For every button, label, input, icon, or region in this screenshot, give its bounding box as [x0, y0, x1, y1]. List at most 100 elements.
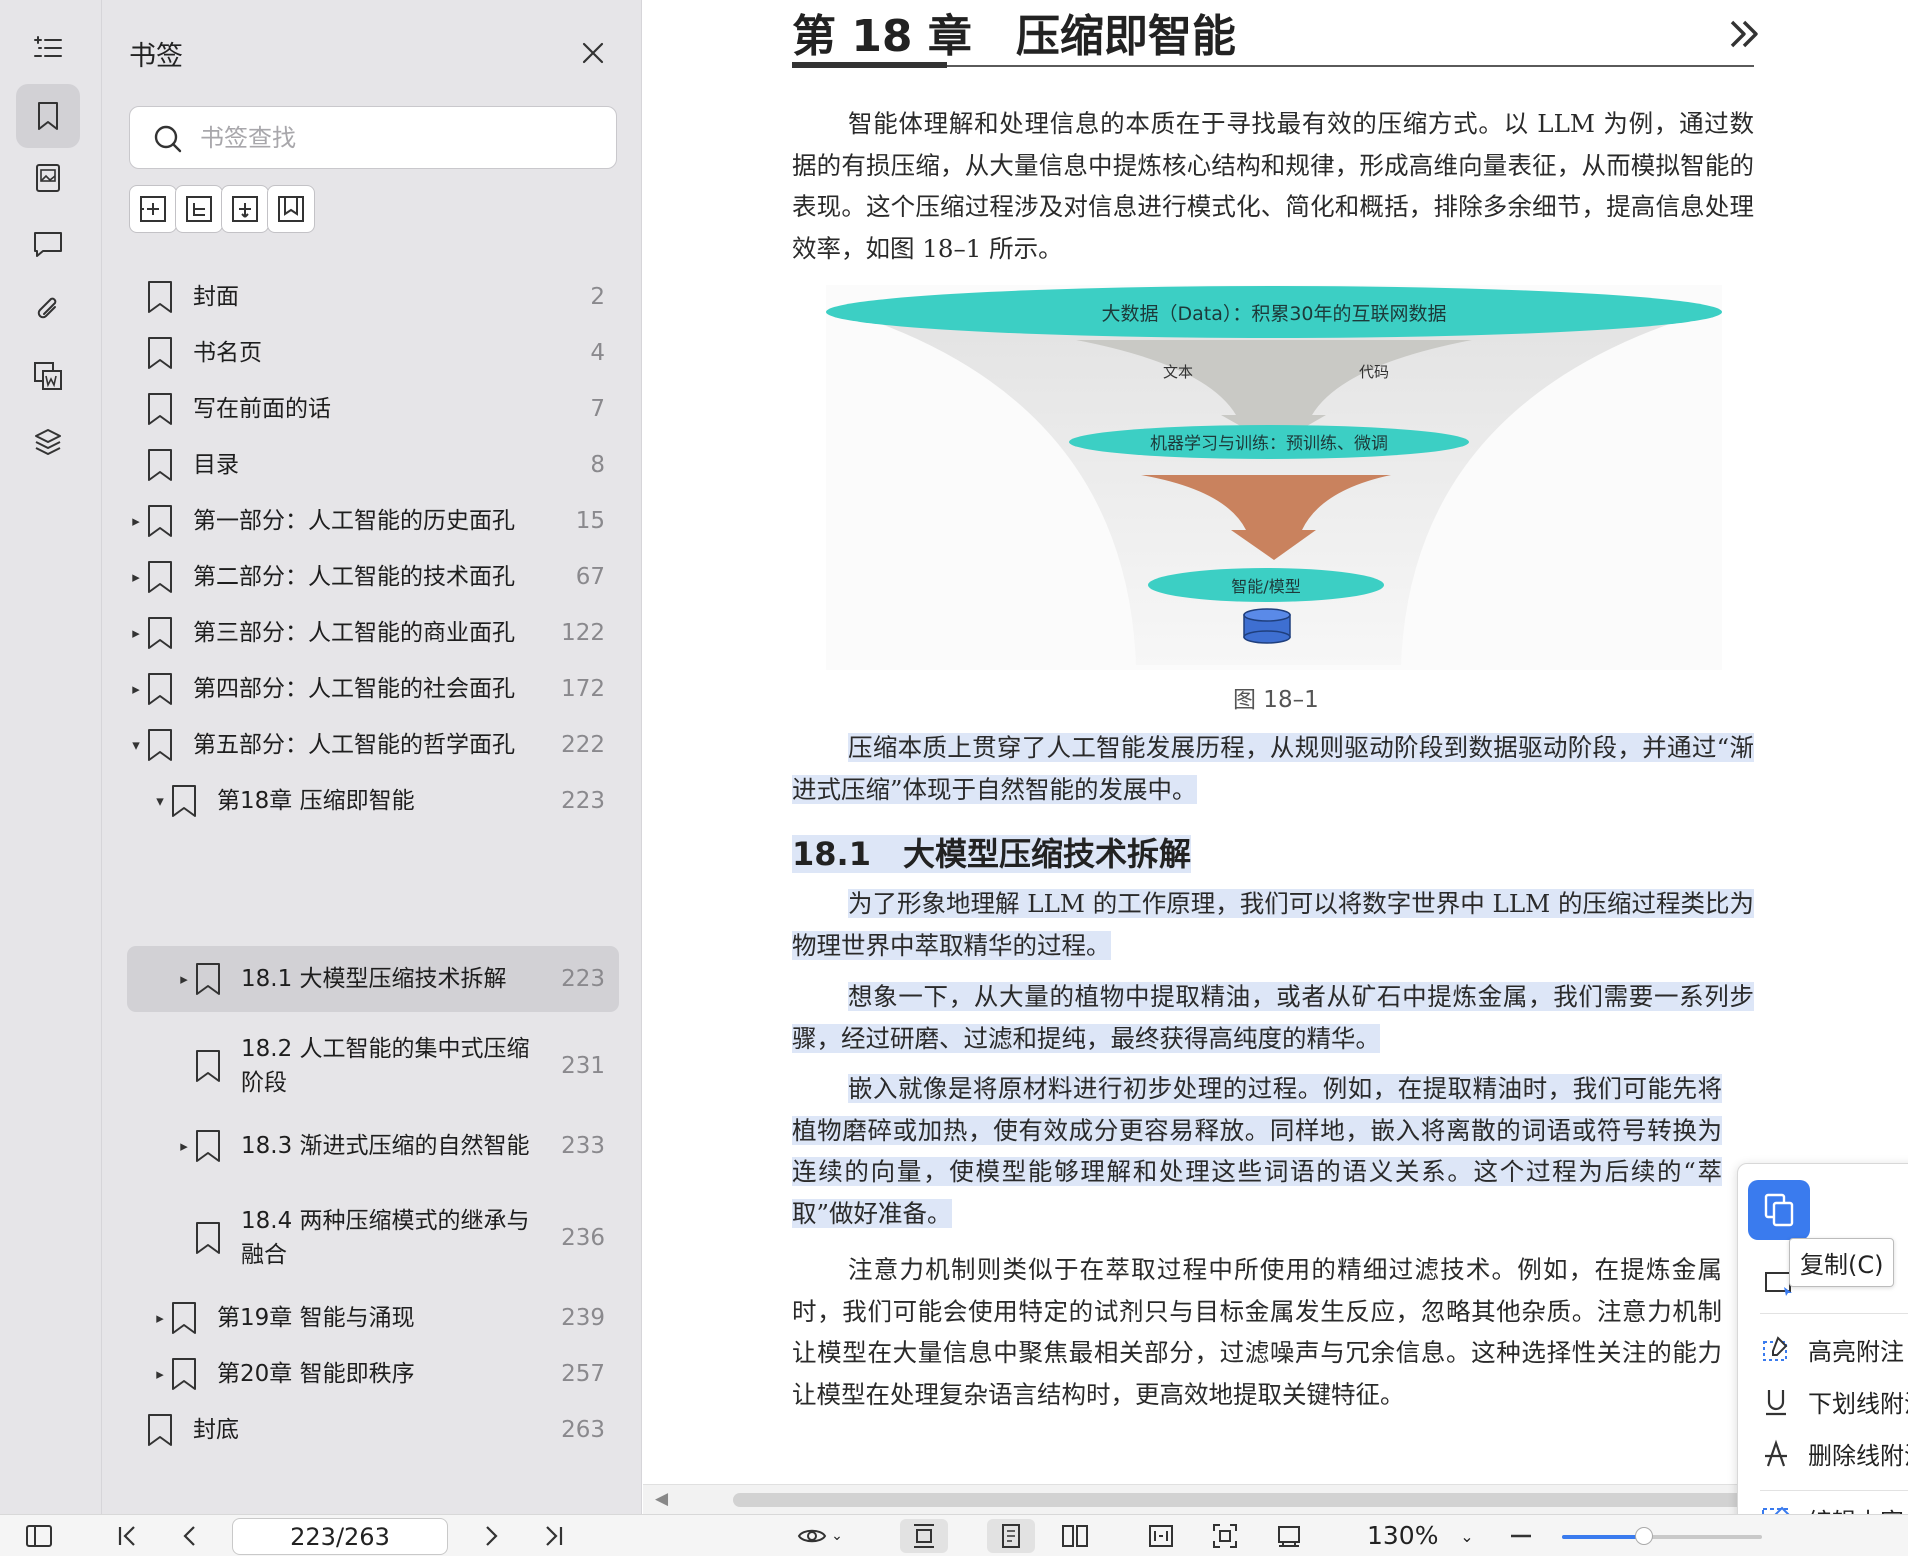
view-mode-dropdown[interactable]: ⌄	[790, 1519, 850, 1553]
bookmark-item[interactable]: ▸ 第19章 智能与涌现 239	[127, 1293, 619, 1343]
bookmark-page: 15	[575, 508, 605, 534]
previous-page-button[interactable]	[173, 1519, 207, 1553]
bookmark-item[interactable]: 目录 8	[127, 440, 619, 490]
bookmark-item[interactable]: 写在前面的话 7	[127, 384, 619, 434]
expand-caret-icon[interactable]: ▸	[175, 1137, 193, 1155]
add-sub-bookmark-button[interactable]	[175, 185, 223, 233]
expand-caret-icon[interactable]: ▸	[127, 568, 145, 586]
bookmark-item[interactable]: ▾ 第18章 压缩即智能 223	[127, 776, 619, 826]
bookmark-item[interactable]: ▸ 18.3 渐进式压缩的自然智能 233	[127, 1121, 619, 1171]
expand-caret-icon[interactable]: ▸	[127, 680, 145, 698]
first-page-button[interactable]	[110, 1519, 144, 1553]
panel-title: 书签	[129, 41, 183, 72]
bookmark-panel: 书签 封面 2 书名页 4 写在前面的话 7 目录 8 ▸ 第一部分：人工智能的历史面孔 15 ▸ 第二…	[102, 0, 642, 1514]
outline-button[interactable]	[16, 16, 80, 80]
continuous-scroll-button[interactable]	[900, 1519, 948, 1553]
two-page-icon	[1062, 1525, 1088, 1547]
bookmark-item[interactable]: ▸ 第二部分：人工智能的技术面孔 67	[127, 552, 619, 602]
bookmark-item[interactable]: 封面 2	[127, 272, 619, 322]
strikethrough-annotation-item[interactable]: 删除线附注	[1760, 1436, 1908, 1471]
bookmark-label: 第四部分：人工智能的社会面孔	[193, 676, 515, 702]
expand-caret-icon[interactable]: ▸	[127, 624, 145, 642]
copy-button[interactable]	[1748, 1180, 1810, 1240]
bookmark-label: 18.1 大模型压缩技术拆解	[241, 966, 507, 992]
expand-caret-icon[interactable]: ▸	[127, 512, 145, 530]
copy-icon	[1764, 1193, 1794, 1227]
bookmark-icon	[196, 1130, 220, 1162]
continuous-scroll-icon	[914, 1524, 934, 1548]
single-page-button[interactable]	[987, 1519, 1035, 1553]
zoom-dropdown-chevron[interactable]: ⌄	[1455, 1519, 1479, 1553]
paragraph: 想象一下，从大量的植物中提取精油，或者从矿石中提炼金属，我们需要一系列步骤，经过…	[792, 982, 1754, 1053]
bookmark-item[interactable]: ▸ 第三部分：人工智能的商业面孔 122	[127, 608, 619, 658]
next-page-button[interactable]	[474, 1519, 508, 1553]
eye-icon	[797, 1529, 827, 1543]
two-page-button[interactable]	[1058, 1519, 1092, 1553]
bookmark-item[interactable]: ▸ 第一部分：人工智能的历史面孔 15	[127, 496, 619, 546]
zoom-out-button[interactable]	[1506, 1519, 1536, 1553]
expand-caret-icon[interactable]: ▾	[151, 792, 169, 810]
fit-page-button[interactable]	[1208, 1519, 1242, 1553]
page-number-input[interactable]	[232, 1518, 448, 1555]
bookmark-item[interactable]: 18.4 两种压缩模式的继承与融合 236	[127, 1194, 619, 1282]
bookmark-style-button[interactable]	[267, 185, 315, 233]
bookmark-item[interactable]: ▾ 第五部分：人工智能的哲学面孔 222	[127, 720, 619, 770]
bookmark-page: 257	[561, 1361, 605, 1387]
paragraph: 为了形象地理解 LLM 的工作原理，我们可以将数字世界中 LLM 的压缩过程类比…	[792, 889, 1754, 960]
bookmark-item[interactable]: ▸ 第20章 智能即秩序 257	[127, 1349, 619, 1399]
bookmark-icon	[148, 393, 172, 425]
bookmark-page: 239	[561, 1305, 605, 1331]
bookmark-page: 223	[561, 966, 605, 992]
bookmark-panel-button[interactable]	[16, 84, 80, 148]
bookmark-label: 第一部分：人工智能的历史面孔	[193, 508, 515, 534]
zoom-slider-fill	[1562, 1535, 1644, 1539]
comment-button[interactable]	[16, 212, 80, 276]
bookmark-page: 233	[561, 1133, 605, 1159]
collapse-panel-icon[interactable]	[1726, 16, 1766, 52]
rotate-page-button[interactable]	[1272, 1519, 1306, 1553]
expand-caret-icon[interactable]: ▸	[175, 970, 193, 988]
insert-bookmark-button[interactable]	[221, 185, 269, 233]
underline-annotation-item[interactable]: 下划线附注	[1760, 1384, 1908, 1419]
bookmark-item[interactable]: 封底 263	[127, 1405, 619, 1455]
bookmark-item[interactable]: 书名页 4	[127, 328, 619, 378]
zoom-slider[interactable]	[1562, 1527, 1762, 1545]
add-bookmark-button[interactable]	[129, 185, 177, 233]
toggle-sidebar-button[interactable]	[22, 1519, 56, 1553]
scrollbar-thumb[interactable]	[733, 1493, 1833, 1507]
zoom-slider-knob[interactable]	[1635, 1527, 1653, 1545]
expand-caret-icon[interactable]: ▸	[151, 1309, 169, 1327]
paragraph: 压缩本质上贯穿了人工智能发展历程，从规则驱动阶段到数据驱动阶段，并通过“渐进式压…	[792, 733, 1754, 804]
bookmark-icon	[148, 337, 172, 369]
bookmark-icon	[148, 729, 172, 761]
word-convert-button[interactable]	[16, 344, 80, 408]
layers-button[interactable]	[16, 410, 80, 474]
copy-tooltip: 复制(C)	[1789, 1238, 1895, 1287]
bookmark-item[interactable]: ▸ 第四部分：人工智能的社会面孔 172	[127, 664, 619, 714]
figure-caption: 图 18–1	[1233, 687, 1319, 713]
paragraph: 智能体理解和处理信息的本质在于寻找最有效的压缩方式。以 LLM 为例，通过数据的…	[792, 109, 1754, 263]
bookmark-label: 封底	[193, 1417, 239, 1443]
bookmark-item[interactable]: ▸ 18.1 大模型压缩技术拆解 223	[127, 946, 619, 1012]
expand-caret-icon[interactable]: ▾	[127, 736, 145, 754]
attachment-button[interactable]	[16, 278, 80, 342]
highlight-annotation-item[interactable]: 高亮附注	[1760, 1332, 1904, 1367]
horizontal-scrollbar[interactable]: ◀	[643, 1484, 1908, 1514]
funnel-diagram: 大数据（Data）：积累30年的互联网数据 文本 代码 机器学习与训练：预训练、…	[826, 285, 1722, 670]
bookmark-page: 4	[590, 340, 605, 366]
thumbnail-button[interactable]	[16, 146, 80, 210]
zoom-level[interactable]: 130%	[1367, 1521, 1438, 1550]
fit-width-button[interactable]	[1144, 1519, 1178, 1553]
chapter-rule-accent	[792, 62, 947, 68]
scroll-left-arrow-icon[interactable]: ◀	[655, 1489, 668, 1509]
bookmark-label: 第18章 压缩即智能	[217, 788, 415, 814]
expand-caret-icon[interactable]: ▸	[151, 1365, 169, 1383]
chevron-right-icon	[486, 1526, 498, 1546]
bookmark-icon	[148, 561, 172, 593]
bookmark-search-input[interactable]	[200, 119, 600, 157]
close-icon[interactable]	[576, 36, 610, 70]
strikethrough-icon	[1765, 1439, 1787, 1466]
bookmark-item[interactable]: 18.2 人工智能的集中式压缩阶段 231	[127, 1022, 619, 1110]
last-page-button[interactable]	[537, 1519, 571, 1553]
bookmark-page: 222	[561, 732, 605, 758]
